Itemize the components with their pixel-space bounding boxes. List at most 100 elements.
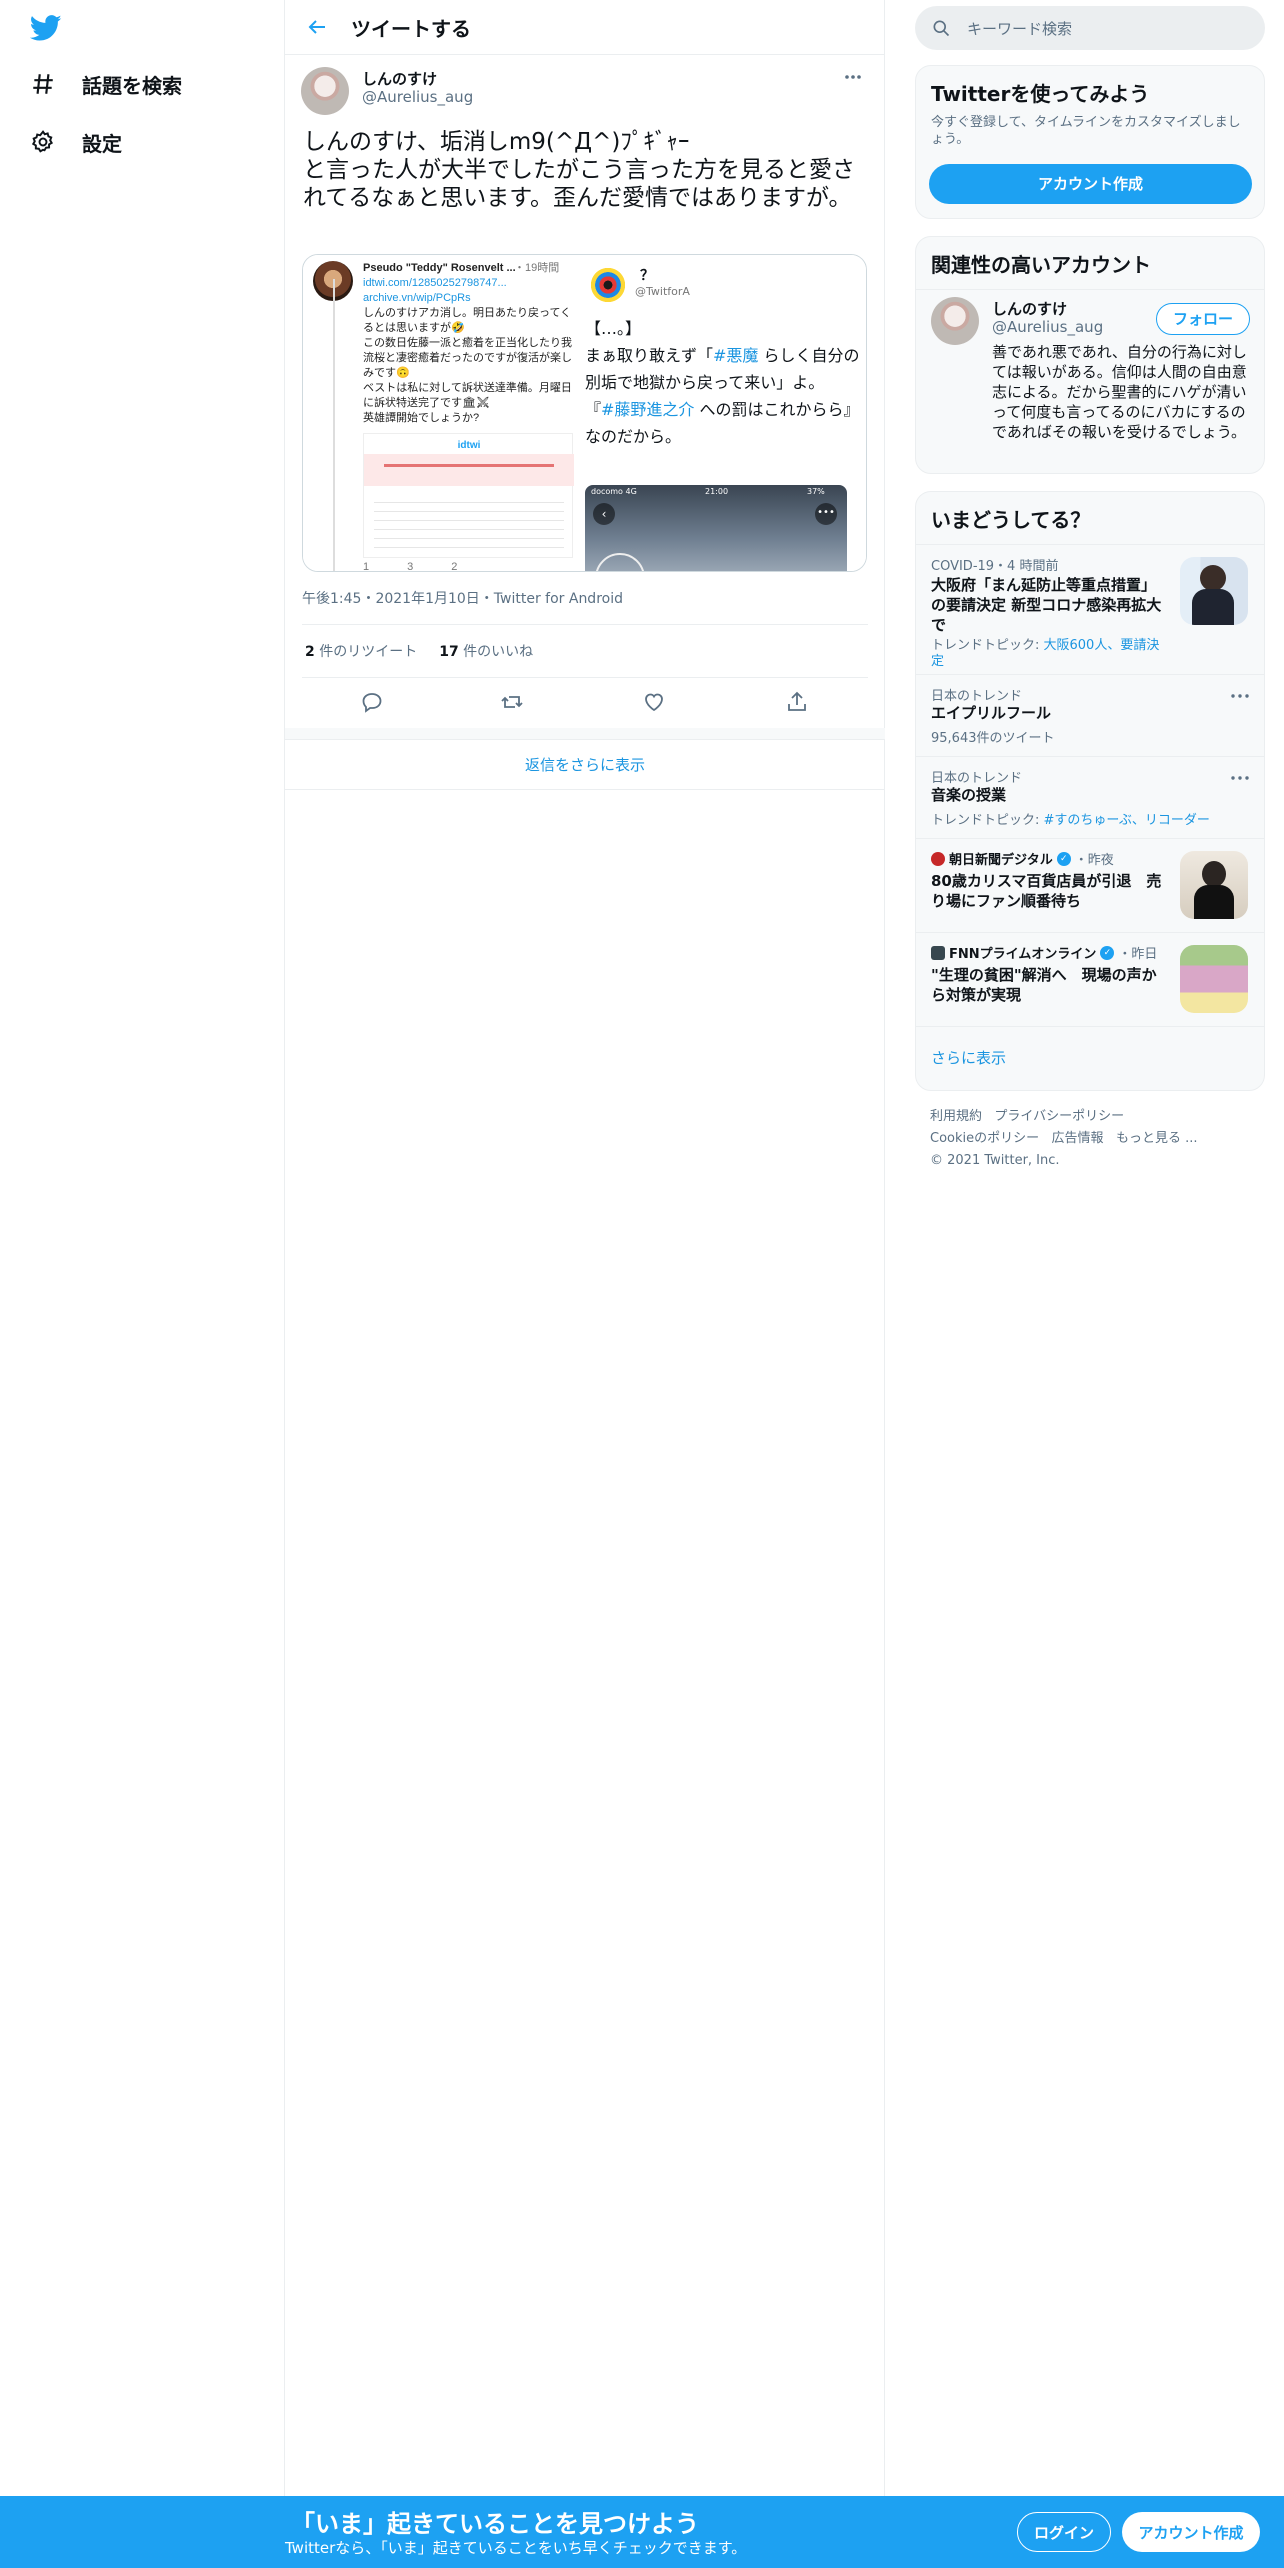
reply-count: 1 xyxy=(363,561,370,572)
bottom-bar-title: 「いま」起きていることを見つけよう xyxy=(291,2510,699,2538)
divider xyxy=(916,289,1264,290)
screenshot-banner: idtwi xyxy=(457,440,481,451)
text-fragment: まぁ取り敢えず「 xyxy=(585,346,714,365)
trend-item[interactable]: 日本のトレンド 音楽の授業 トレンドトピック: #すのちゅーぶ、リコーダー xyxy=(916,756,1264,838)
tweet-author-avatar[interactable] xyxy=(301,67,349,115)
signup-button[interactable]: アカウント作成 xyxy=(1122,2512,1260,2552)
trend-item[interactable]: COVID-19・4 時間前 大阪府「まん延防止等重点措置」の要請決定 新型コロ… xyxy=(916,544,1264,674)
trend-topics: トレンドトピック: 大阪600人、要請決定 xyxy=(931,638,1166,670)
media-image-left[interactable]: Pseudo "Teddy" Rosenvelt ... ・19時間 idtwi… xyxy=(303,255,583,572)
trend-topics: トレンドトピック: #すのちゅーぶ、リコーダー xyxy=(931,809,1210,828)
left-navigation: 話題を検索 設定 xyxy=(0,0,285,2500)
avatar xyxy=(588,265,628,305)
section-separator xyxy=(285,728,885,740)
related-account-bio: 善であれ悪であれ、自分の行為に対しては報いがある。信仰は人間の自由意志による。だ… xyxy=(992,343,1247,441)
like-count: 2 xyxy=(451,561,458,572)
trend-context: COVID-19・4 時間前 xyxy=(931,559,1059,574)
search-icon xyxy=(933,20,950,37)
footer-links: 利用規約 プライバシーポリシー Cookieのポリシー 広告情報 もっと見る .… xyxy=(930,1106,1197,1172)
reply-icon[interactable] xyxy=(360,690,384,714)
screenshot-link: archive.vn/wip/PCpRs xyxy=(363,292,471,304)
right-sidebar: キーワード検索 Twitterを使ってみよう 今すぐ登録して、タイムラインをカス… xyxy=(915,0,1265,2500)
tweet-timestamp[interactable]: 午後1:45・2021年1月10日・Twitter for Android xyxy=(302,588,623,608)
trend-topics-label: トレンドトピック: xyxy=(931,813,1044,828)
screenshot-line: まぁ取り敢えず「#悪魔 らしく自分の別垢で地獄から戻って来い」よ。 xyxy=(585,342,865,396)
news-source-line: FNNプライムオンライン ✓ ・昨日 xyxy=(931,943,1157,962)
show-more-trends[interactable]: さらに表示 xyxy=(916,1026,1264,1090)
terms-link[interactable]: 利用規約 xyxy=(930,1109,982,1124)
table-lines xyxy=(374,494,564,554)
likes-stat[interactable]: 17 件のいいね xyxy=(439,641,533,661)
nav-settings[interactable]: 設定 xyxy=(30,120,122,164)
verified-badge-icon: ✓ xyxy=(1056,851,1071,866)
tweet-media[interactable]: Pseudo "Teddy" Rosenvelt ... ・19時間 idtwi… xyxy=(302,254,867,572)
retweet-icon[interactable] xyxy=(500,690,524,714)
related-accounts-card: 関連性の高いアカウント しんのすけ @Aurelius_aug フォロー 善であ… xyxy=(915,236,1265,474)
trend-thumbnail[interactable] xyxy=(1180,557,1248,625)
news-thumbnail[interactable] xyxy=(1180,945,1248,1013)
gear-icon xyxy=(31,130,54,153)
related-account-avatar[interactable] xyxy=(931,297,979,345)
related-account-handle[interactable]: @Aurelius_aug xyxy=(992,318,1103,336)
photo-figure-body xyxy=(1192,589,1234,625)
news-thumbnail[interactable] xyxy=(1180,851,1248,919)
trends-title: いまどうしてる？ xyxy=(931,508,1091,532)
share-icon[interactable] xyxy=(785,690,809,714)
search-input[interactable]: キーワード検索 xyxy=(967,18,1072,39)
cookie-link[interactable]: Cookieのポリシー xyxy=(930,1131,1039,1146)
nav-explore[interactable]: 話題を検索 xyxy=(30,62,182,106)
trend-title: 音楽の授業 xyxy=(931,786,1007,804)
show-more-replies-link[interactable]: 返信をさらに表示 xyxy=(285,740,885,790)
screenshot-line: 『#藤野進之介 への罰はこれからら』なのだから。 xyxy=(585,396,865,450)
nav-settings-label: 設定 xyxy=(82,131,122,156)
media-image-right[interactable]: ？ @TwitforA 【…。】 まぁ取り敢えず「#悪魔 らしく自分の別垢で地獄… xyxy=(585,255,866,571)
more-link[interactable]: もっと見る ... xyxy=(1116,1131,1198,1146)
search-box[interactable]: キーワード検索 xyxy=(915,6,1265,50)
phone-battery: 37% xyxy=(807,487,825,496)
tweet-stats: 2 件のリツイート 17 件のいいね xyxy=(305,641,533,661)
hashtag-link: #悪魔 xyxy=(713,346,759,365)
retweets-stat[interactable]: 2 件のリツイート xyxy=(305,641,417,661)
photo-figure-body xyxy=(1194,885,1234,919)
text-fragment: 『 xyxy=(585,400,602,419)
more-options-icon[interactable] xyxy=(1230,775,1250,781)
likes-label: 件のいいね xyxy=(463,644,534,660)
tweet-author-handle[interactable]: @Aurelius_aug xyxy=(362,88,473,106)
show-more-link[interactable]: さらに表示 xyxy=(931,1047,1006,1068)
trends-card: いまどうしてる？ COVID-19・4 時間前 大阪府「まん延防止等重点措置」の… xyxy=(915,491,1265,1091)
news-item[interactable]: 朝日新聞デジタル ✓ ・昨夜 80歳カリスマ百貨店員が引退 売り場にファン順番待… xyxy=(916,838,1264,932)
back-arrow-icon[interactable] xyxy=(305,15,329,39)
source-logo-icon xyxy=(931,945,945,960)
screenshot-body: しんのすけアカ消し。明日あたり戻ってくるとは思いますが🤣 この数日佐藤一派と癒着… xyxy=(363,307,572,424)
embedded-phone-screenshot: docomo 4G 21:00 37% ‹ ••• xyxy=(585,485,847,571)
trend-title: 大阪府「まん延防止等重点措置」の要請決定 新型コロナ感染再拡大で xyxy=(931,576,1162,634)
screenshot-body: 【…。】 まぁ取り敢えず「#悪魔 らしく自分の別垢で地獄から戻って来い」よ。 『… xyxy=(585,315,865,450)
bottom-bar-subtitle: Twitterなら、「いま」起きていることをいち早くチェックできます。 xyxy=(285,2539,747,2557)
signup-card-description: 今すぐ登録して、タイムラインをカスタマイズしましょう。 xyxy=(931,115,1241,147)
news-source: 朝日新聞デジタル xyxy=(949,853,1053,868)
login-button[interactable]: ログイン xyxy=(1017,2512,1111,2552)
trend-context: 日本のトレンド xyxy=(931,771,1023,786)
more-options-icon[interactable] xyxy=(843,72,863,82)
ads-info-link[interactable]: 広告情報 xyxy=(1052,1131,1104,1146)
twitter-logo-icon[interactable] xyxy=(30,12,62,44)
screenshot-inner-image: idtwi xyxy=(363,433,574,558)
trend-topics-links[interactable]: #すのちゅーぶ、リコーダー xyxy=(1044,813,1210,828)
screenshot-link: idtwi.com/12850252798747... xyxy=(363,277,507,289)
tweet-author-name[interactable]: しんのすけ xyxy=(362,68,437,89)
news-time: ・昨夜 xyxy=(1074,853,1114,868)
heart-icon[interactable] xyxy=(642,690,666,714)
main-column: ツイートする しんのすけ @Aurelius_aug しんのすけ、垢消しm9(^… xyxy=(285,0,885,2500)
news-item[interactable]: FNNプライムオンライン ✓ ・昨日 "生理の貧困"解消へ 現場の声から対策が実… xyxy=(916,932,1264,1026)
create-account-button[interactable]: アカウント作成 xyxy=(929,164,1252,204)
banner-strip xyxy=(364,454,574,486)
thread-line xyxy=(333,279,335,571)
tweet-text: しんのすけ、垢消しm9(^Д^)ﾌﾟｷﾞｬｰ と言った人が大半でしたがこう言った… xyxy=(303,129,855,211)
trend-item[interactable]: 日本のトレンド エイプリルフール 95,643件のツイート xyxy=(916,674,1264,756)
news-title: 80歳カリスマ百貨店員が引退 売り場にファン順番待ち xyxy=(931,872,1162,910)
circle-decor xyxy=(595,553,645,571)
related-account-name[interactable]: しんのすけ xyxy=(992,298,1067,319)
privacy-link[interactable]: プライバシーポリシー xyxy=(994,1109,1124,1124)
follow-button[interactable]: フォロー xyxy=(1156,303,1250,335)
more-options-icon[interactable] xyxy=(1230,693,1250,699)
